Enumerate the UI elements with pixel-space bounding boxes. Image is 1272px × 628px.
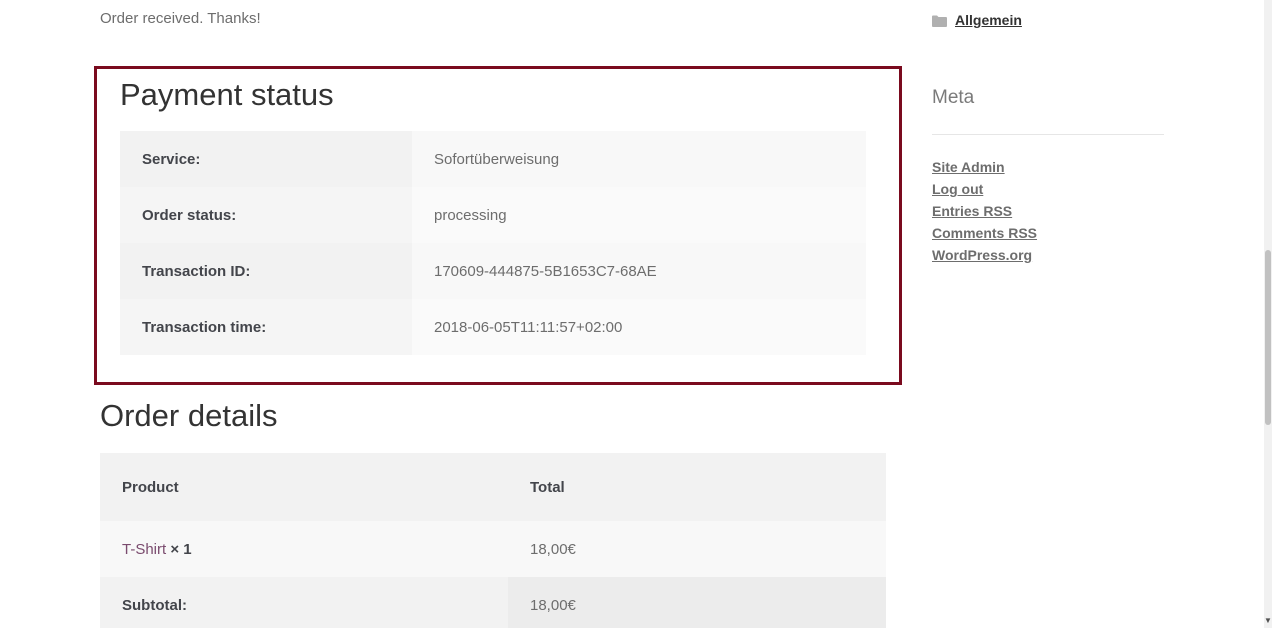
product-quantity: × 1 [170,540,192,558]
transaction-id-label: Transaction ID: [120,243,412,299]
product-link[interactable]: T-Shirt [122,541,166,558]
subtotal-row: Subtotal: 18,00€ [100,577,886,628]
subtotal-value: 18,00€ [508,577,886,628]
service-value: Sofortüberweisung [412,131,866,187]
page: Order received. Thanks! Payment status S… [0,0,1272,628]
list-item: Entries RSS [932,201,1037,223]
payment-status-title: Payment status [120,77,334,112]
item-total: 18,00€ [530,540,576,558]
folder-icon [932,14,947,27]
table-row: Order status: processing [120,187,866,243]
payment-status-table: Service: Sofortüberweisung Order status:… [120,131,866,355]
total-column-header: Total [530,478,565,496]
list-item: WordPress.org [932,245,1037,267]
table-row: Transaction ID: 170609-444875-5B1653C7-6… [120,243,866,299]
list-item: Site Admin [932,157,1037,179]
scroll-down-arrow-icon[interactable]: ▼ [1264,616,1272,626]
table-row: T-Shirt × 1 18,00€ [100,521,886,577]
divider [932,134,1164,135]
product-column-header: Product [122,478,179,496]
service-label: Service: [120,131,412,187]
order-status-label: Order status: [120,187,412,243]
category-link-allgemein[interactable]: Allgemein [955,12,1022,28]
meta-links-list: Site Admin Log out Entries RSS Comments … [932,157,1037,267]
comments-rss-link[interactable]: Comments RSS [932,225,1037,241]
entries-rss-link[interactable]: Entries RSS [932,203,1012,219]
list-item: Log out [932,179,1037,201]
wordpress-org-link[interactable]: WordPress.org [932,247,1032,263]
order-status-value: processing [412,187,866,243]
table-row: Service: Sofortüberweisung [120,131,866,187]
log-out-link[interactable]: Log out [932,181,983,197]
order-received-notice: Order received. Thanks! [100,10,261,27]
transaction-id-value: 170609-444875-5B1653C7-68AE [412,243,866,299]
product-cell: T-Shirt × 1 [100,521,508,577]
table-header-row: Product Total [100,453,886,521]
scrollbar-thumb[interactable] [1265,250,1271,425]
subtotal-label: Subtotal: [100,577,508,628]
list-item: Comments RSS [932,223,1037,245]
transaction-time-value: 2018-06-05T11:11:57+02:00 [412,299,866,355]
order-details-title: Order details [100,398,278,433]
order-details-table: Product Total T-Shirt × 1 18,00€ Subtota… [100,453,886,628]
site-admin-link[interactable]: Site Admin [932,159,1005,175]
category-entry: Allgemein [932,12,1022,28]
table-row: Transaction time: 2018-06-05T11:11:57+02… [120,299,866,355]
payment-status-box: Payment status Service: Sofortüberweisun… [94,66,902,385]
transaction-time-label: Transaction time: [120,299,412,355]
meta-widget-title: Meta [932,87,975,108]
